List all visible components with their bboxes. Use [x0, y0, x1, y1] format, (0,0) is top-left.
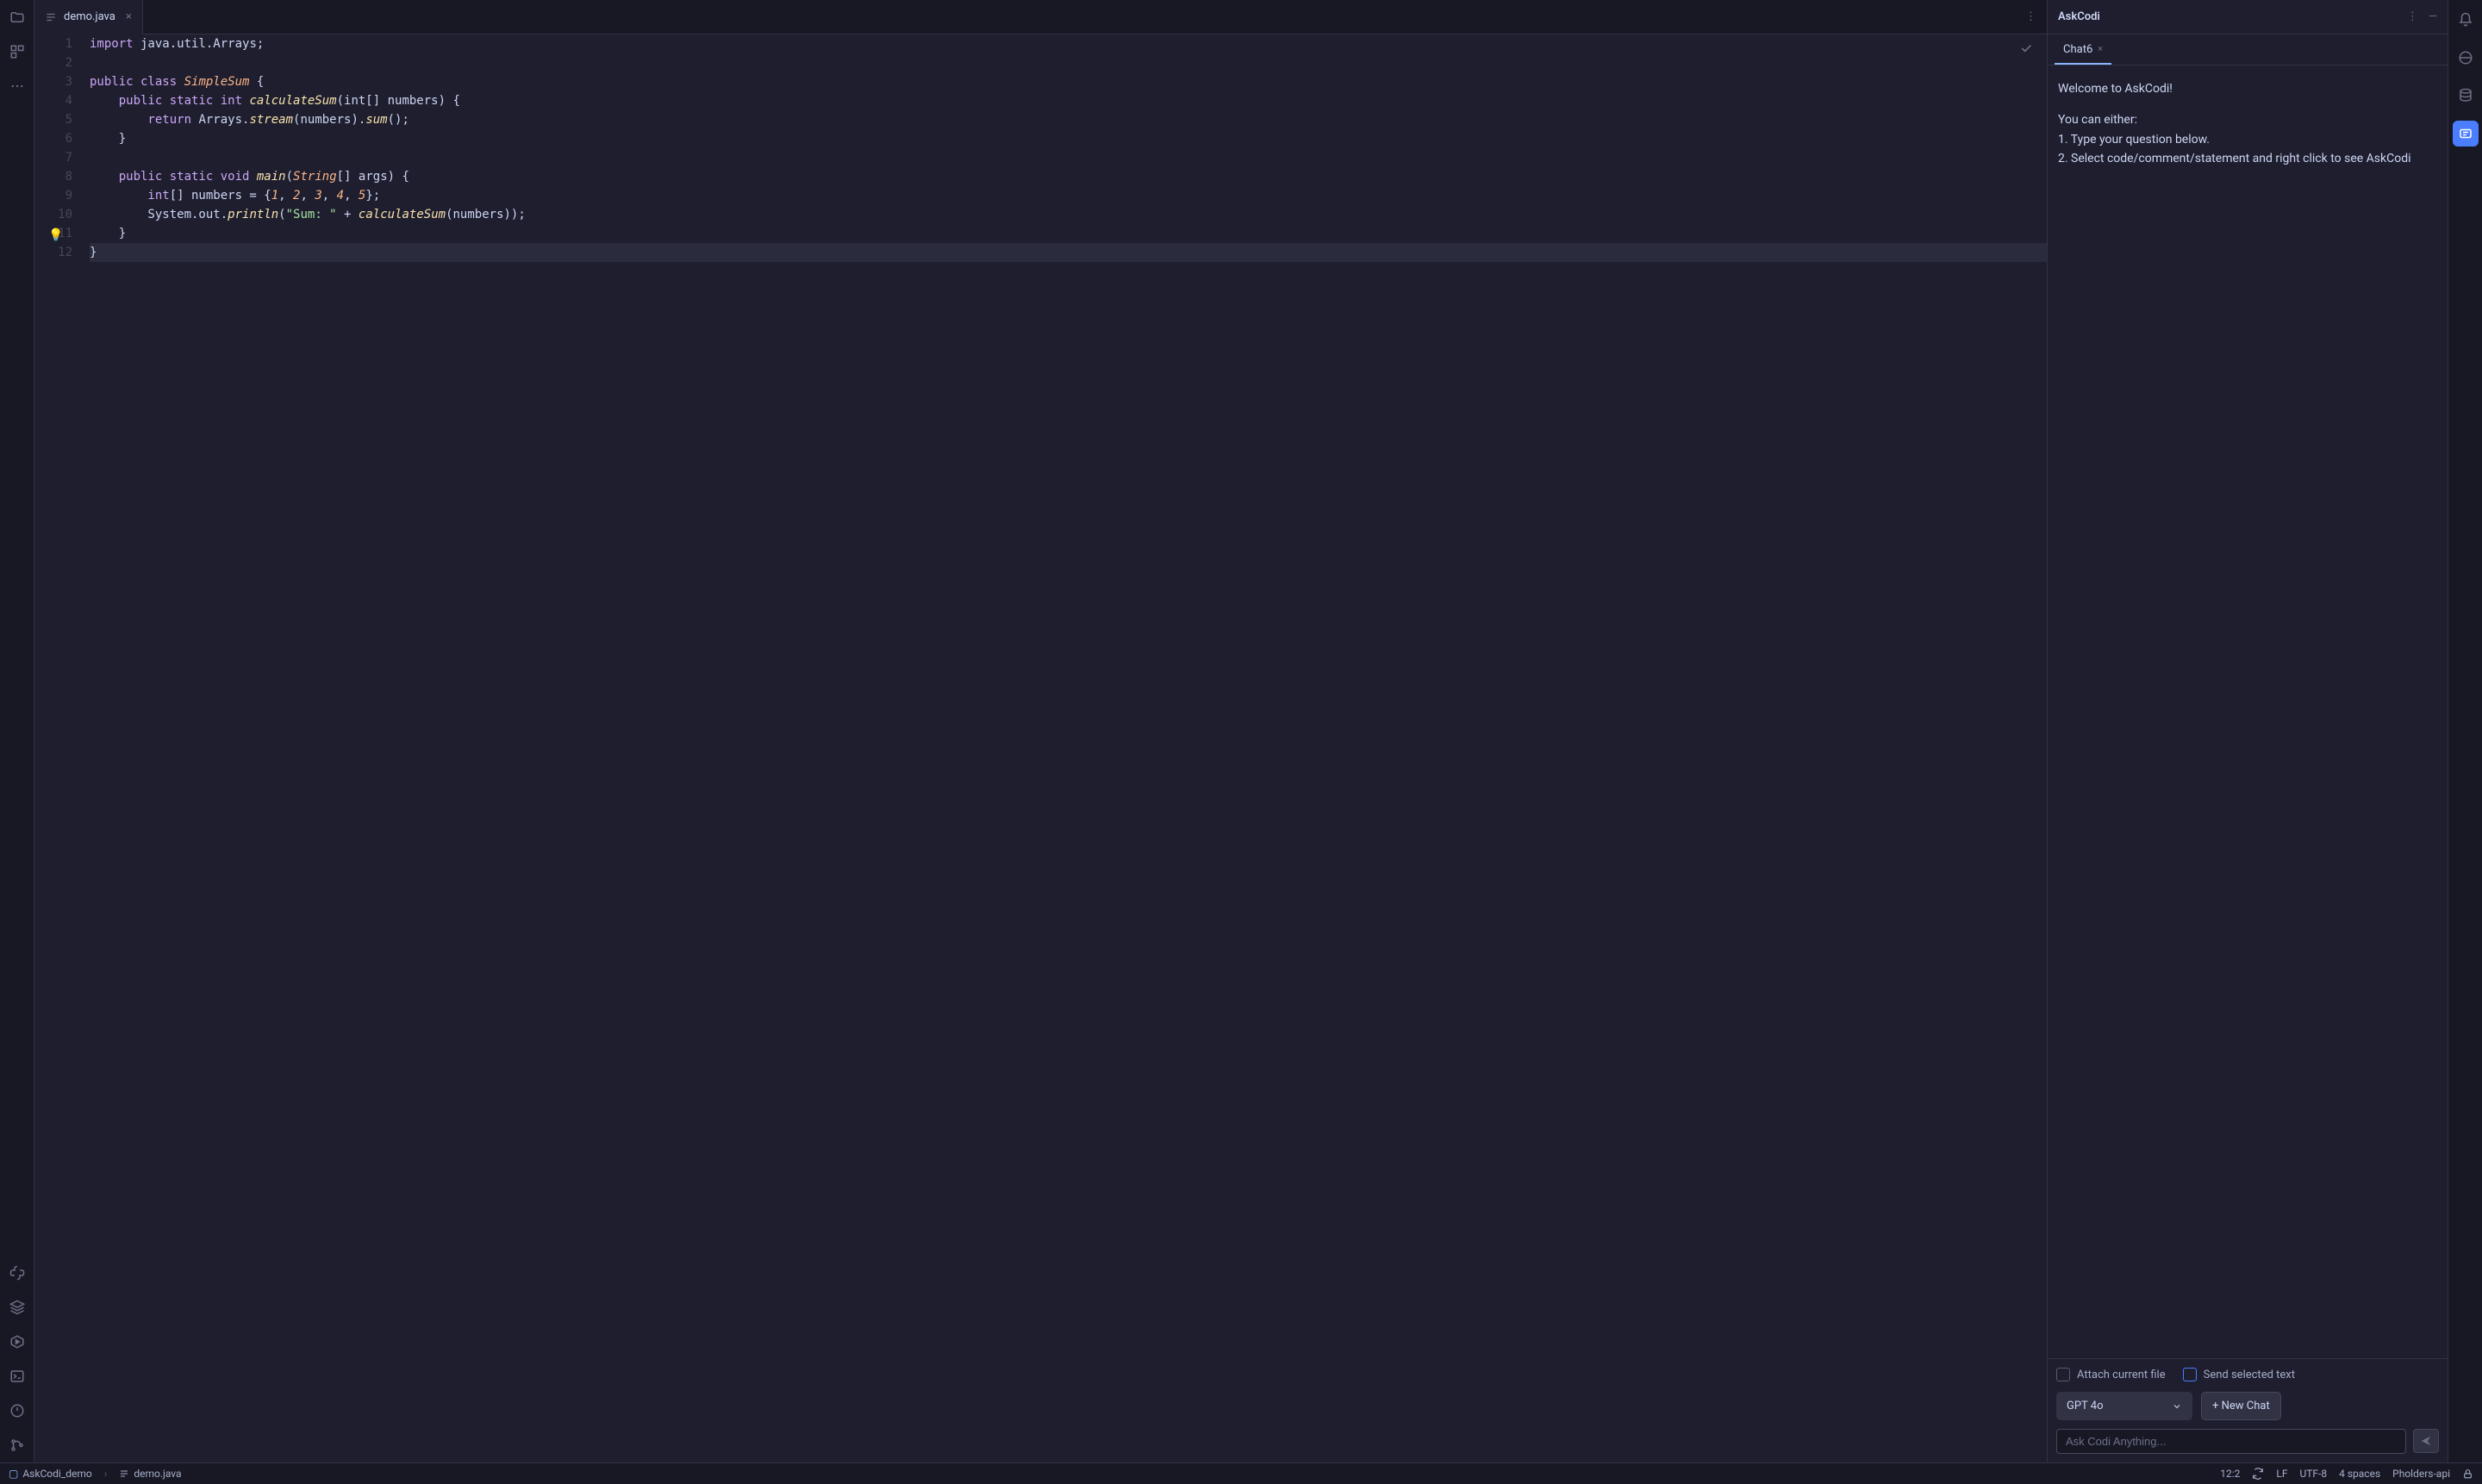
right-activity-bar	[2448, 0, 2482, 1462]
chevron-down-icon	[2172, 1401, 2182, 1412]
tab-label: demo.java	[64, 10, 115, 23]
more-icon[interactable]	[7, 76, 28, 97]
indent[interactable]: 4 spaces	[2339, 1468, 2380, 1480]
problems-icon[interactable]	[7, 1400, 28, 1421]
file-icon	[45, 11, 57, 23]
folder-icon[interactable]	[7, 7, 28, 28]
editor-tabs: demo.java × ⋮	[34, 0, 2047, 34]
close-icon[interactable]: ×	[2098, 43, 2103, 56]
status-bar: ▢ AskCodi_demo › demo.java 12:2 LF UTF-8…	[0, 1462, 2482, 1484]
layers-icon[interactable]	[7, 1297, 28, 1318]
model-select[interactable]: GPT 4o	[2056, 1392, 2192, 1420]
line-ending[interactable]: LF	[2276, 1468, 2287, 1480]
checkbox-icon	[2056, 1368, 2070, 1381]
left-activity-bar	[0, 0, 34, 1462]
database-icon[interactable]	[2453, 83, 2479, 109]
file-icon	[119, 1468, 129, 1479]
checkbox-icon	[2183, 1368, 2197, 1381]
chat-input[interactable]	[2056, 1429, 2406, 1454]
breadcrumb-project[interactable]: ▢ AskCodi_demo	[9, 1468, 92, 1480]
breadcrumb-file[interactable]: demo.java	[119, 1468, 181, 1480]
cursor-position[interactable]: 12:2	[2220, 1468, 2240, 1480]
terminal-icon[interactable]	[7, 1366, 28, 1387]
module-icon: ▢	[9, 1468, 18, 1480]
structure-icon[interactable]	[7, 41, 28, 62]
attach-file-checkbox[interactable]: Attach current file	[2056, 1368, 2166, 1381]
tab-demo-java[interactable]: demo.java ×	[34, 0, 143, 34]
send-button[interactable]	[2413, 1429, 2439, 1453]
askcodi-icon[interactable]	[2453, 121, 2479, 147]
sync-icon[interactable]	[2252, 1468, 2264, 1480]
editor-menu-icon[interactable]: ⋮	[2025, 10, 2047, 23]
close-icon[interactable]: ×	[126, 10, 132, 23]
chat-tab[interactable]: Chat6 ×	[2055, 36, 2111, 65]
panel-menu-icon[interactable]: ⋮	[2407, 10, 2418, 23]
chevron-right-icon: ›	[104, 1468, 108, 1480]
services-icon[interactable]	[7, 1331, 28, 1352]
encoding[interactable]: UTF-8	[2299, 1468, 2327, 1480]
code-content[interactable]: import java.util.Arrays; public class Si…	[90, 34, 2047, 1462]
bell-icon[interactable]	[2453, 7, 2479, 33]
lightbulb-icon[interactable]: 💡	[48, 226, 63, 245]
panel-minimize-icon[interactable]: —	[2429, 10, 2437, 23]
lock-icon[interactable]	[2462, 1468, 2473, 1480]
send-selected-checkbox[interactable]: Send selected text	[2183, 1368, 2295, 1381]
code-editor[interactable]: 1 2 3 4 5 6 7 8 9 10 11 12 import java.u…	[34, 34, 2047, 1462]
vcs-icon[interactable]	[7, 1435, 28, 1456]
new-chat-button[interactable]: + New Chat	[2201, 1392, 2281, 1420]
python-icon[interactable]	[7, 1263, 28, 1283]
ai-assist-icon[interactable]	[2453, 45, 2479, 71]
line-gutter: 1 2 3 4 5 6 7 8 9 10 11 12	[34, 34, 90, 1462]
api-status[interactable]: Pholders-api	[2392, 1468, 2450, 1480]
chat-body: Welcome to AskCodi! You can either: 1. T…	[2048, 65, 2448, 1358]
panel-title: AskCodi	[2058, 10, 2100, 23]
askcodi-panel: AskCodi ⋮ — Chat6 × Welcome to AskCodi! …	[2047, 0, 2448, 1462]
